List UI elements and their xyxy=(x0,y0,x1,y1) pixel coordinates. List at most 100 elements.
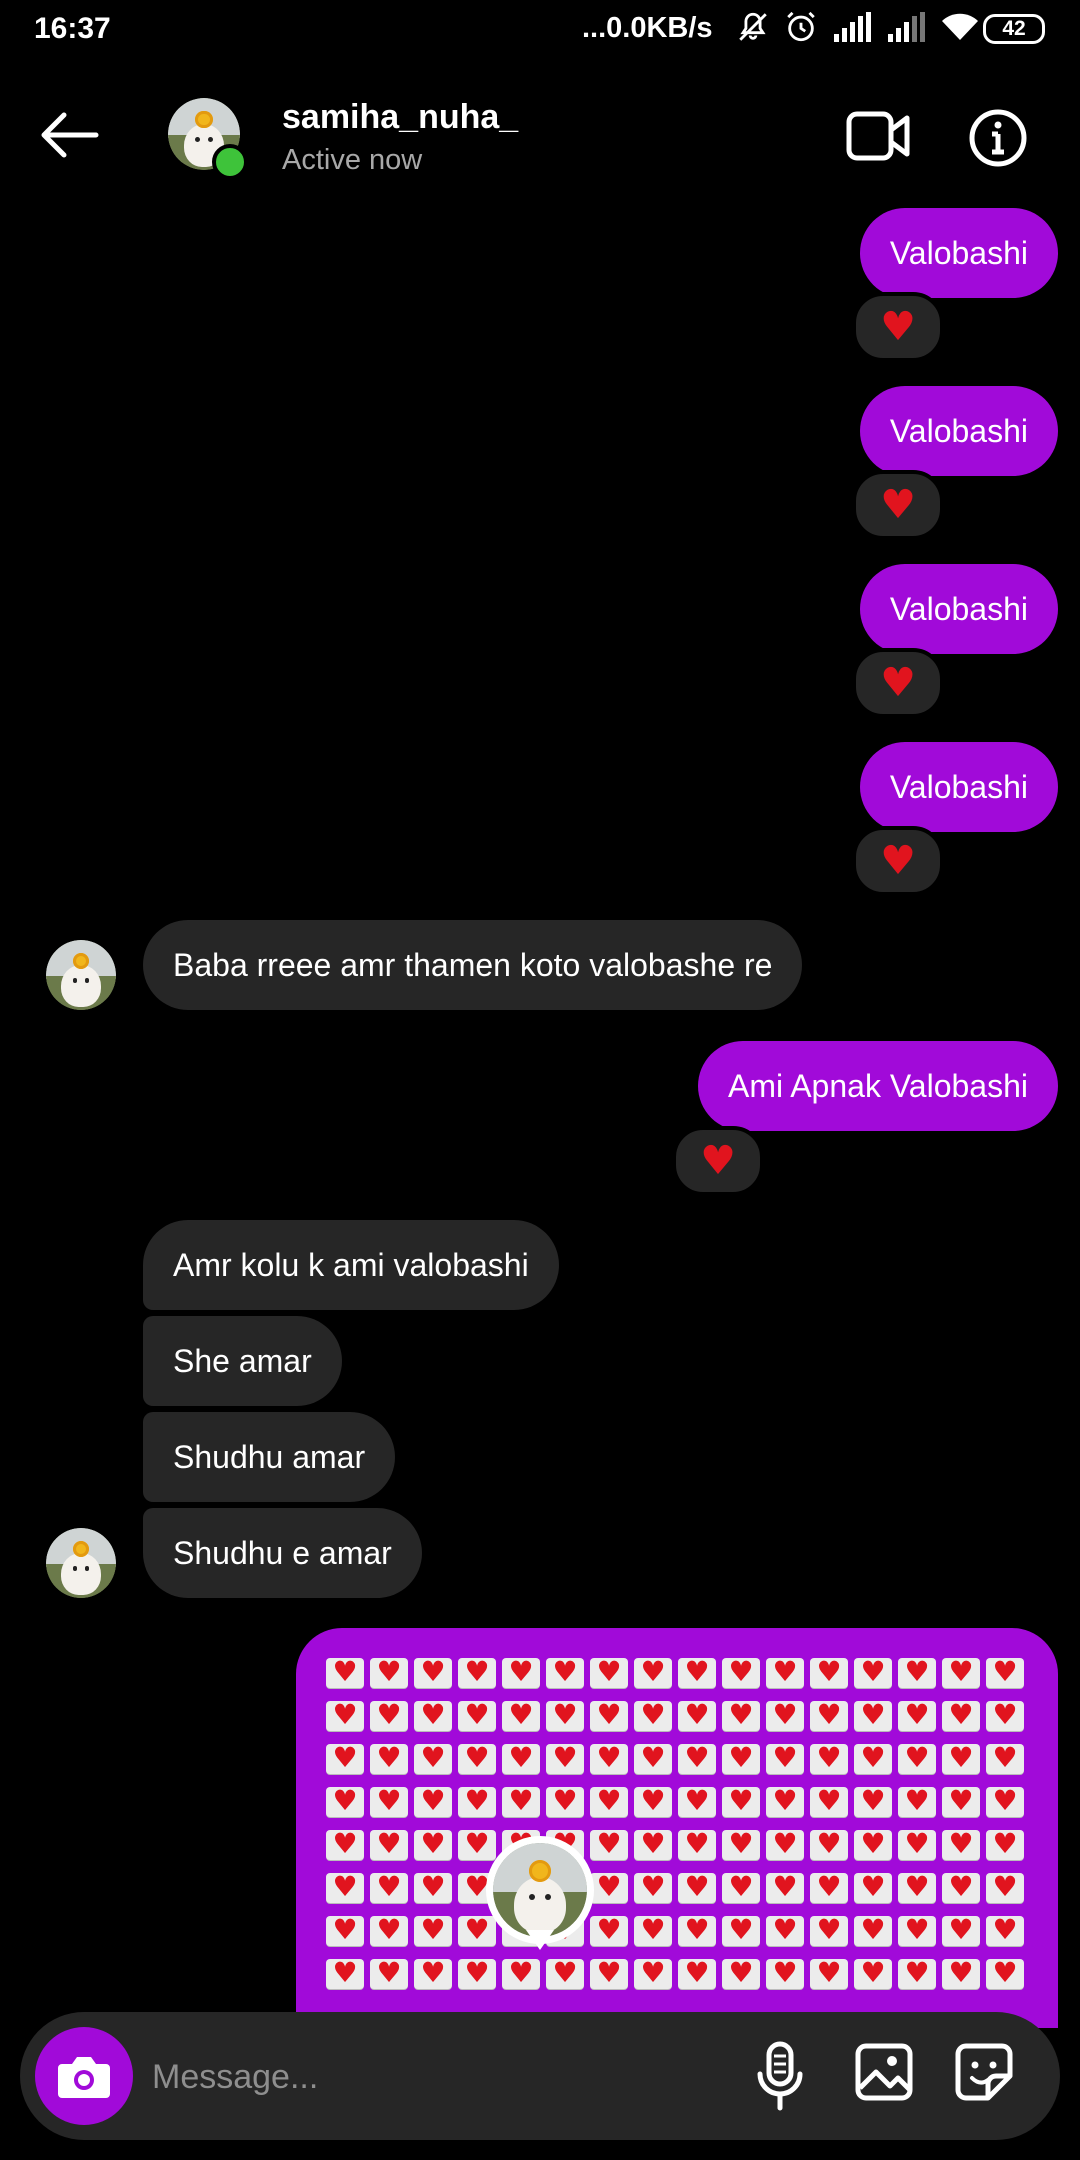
love-letter-icon xyxy=(810,1827,848,1861)
back-button[interactable] xyxy=(38,110,100,165)
love-letter-icon xyxy=(678,1913,716,1947)
love-letter-icon xyxy=(502,1698,540,1732)
love-letter-icon xyxy=(854,1784,892,1818)
message-input[interactable] xyxy=(150,2046,714,2108)
love-letter-icon xyxy=(942,1956,980,1990)
love-letter-icon xyxy=(546,1698,584,1732)
love-letter-icon xyxy=(854,1956,892,1990)
message-bubble-incoming[interactable]: Baba rreee amr thamen koto valobashe re xyxy=(143,920,803,1010)
sticker-button[interactable] xyxy=(954,2042,1014,2107)
love-letter-icon xyxy=(766,1956,804,1990)
camera-button[interactable] xyxy=(35,2027,133,2125)
love-letter-icon xyxy=(590,1827,628,1861)
online-indicator xyxy=(212,144,248,180)
love-letter-icon xyxy=(458,1827,496,1861)
love-letter-icon xyxy=(590,1870,628,1904)
love-letter-icon xyxy=(326,1870,364,1904)
love-letter-icon xyxy=(942,1827,980,1861)
love-letter-icon xyxy=(502,1741,540,1775)
love-letter-icon xyxy=(326,1913,364,1947)
love-letter-icon xyxy=(546,1741,584,1775)
love-letter-icon xyxy=(854,1913,892,1947)
love-letter-icon xyxy=(722,1870,760,1904)
love-letter-icon xyxy=(898,1784,936,1818)
love-letter-icon xyxy=(722,1784,760,1818)
network-speed: ...0.0KB/s xyxy=(582,12,713,44)
love-letter-icon xyxy=(590,1655,628,1689)
love-letter-icon xyxy=(634,1698,672,1732)
heart-icon: ♥ xyxy=(700,1138,736,1184)
love-letter-icon xyxy=(722,1698,760,1732)
love-letter-icon xyxy=(678,1827,716,1861)
mute-icon xyxy=(739,12,767,41)
seen-indicator-avatar xyxy=(486,1836,594,1950)
heart-icon: ♥ xyxy=(880,304,916,350)
message-bubble-incoming[interactable]: Shudhu e amar xyxy=(143,1508,422,1598)
heart-reaction[interactable]: ♥ xyxy=(852,470,944,540)
message-bubble-incoming[interactable]: She amar xyxy=(143,1316,342,1406)
love-letter-icon xyxy=(326,1741,364,1775)
love-letter-icon xyxy=(458,1655,496,1689)
sender-avatar[interactable] xyxy=(46,1528,116,1598)
wifi-icon xyxy=(942,13,978,40)
love-letter-icon xyxy=(810,1741,848,1775)
love-letter-icon xyxy=(590,1741,628,1775)
chat-header: samiha_nuha_ Active now xyxy=(0,62,1080,212)
image-icon xyxy=(855,2043,913,2101)
message-composer xyxy=(20,2012,1060,2140)
emoji-message-bubble[interactable] xyxy=(296,1628,1058,2028)
love-letter-emoji-grid xyxy=(326,1655,1024,1990)
love-letter-icon xyxy=(678,1741,716,1775)
love-letter-icon xyxy=(370,1784,408,1818)
arrow-left-icon xyxy=(41,112,99,158)
heart-reaction[interactable]: ♥ xyxy=(852,648,944,718)
love-letter-icon xyxy=(898,1698,936,1732)
love-letter-icon xyxy=(546,1655,584,1689)
love-letter-icon xyxy=(986,1913,1024,1947)
heart-reaction[interactable]: ♥ xyxy=(852,292,944,362)
love-letter-icon xyxy=(414,1698,452,1732)
love-letter-icon xyxy=(634,1827,672,1861)
contact-username[interactable]: samiha_nuha_ xyxy=(282,98,518,137)
video-call-button[interactable] xyxy=(846,108,910,169)
sender-avatar[interactable] xyxy=(46,940,116,1010)
heart-reaction[interactable]: ♥ xyxy=(852,826,944,896)
heart-reaction[interactable]: ♥ xyxy=(672,1126,764,1196)
love-letter-icon xyxy=(810,1956,848,1990)
love-letter-icon xyxy=(590,1913,628,1947)
love-letter-icon xyxy=(766,1784,804,1818)
love-letter-icon xyxy=(722,1956,760,1990)
battery-indicator: 42 xyxy=(983,14,1045,44)
video-camera-icon xyxy=(846,111,910,161)
love-letter-icon xyxy=(458,1956,496,1990)
love-letter-icon xyxy=(986,1741,1024,1775)
love-letter-icon xyxy=(898,1741,936,1775)
message-bubble-outgoing[interactable]: Valobashi xyxy=(859,386,1058,476)
message-bubble-incoming[interactable]: Shudhu amar xyxy=(143,1412,396,1502)
message-bubble-outgoing[interactable]: Valobashi xyxy=(859,564,1058,654)
microphone-button[interactable] xyxy=(756,2040,804,2117)
signal-icon xyxy=(834,12,871,42)
love-letter-icon xyxy=(458,1913,496,1947)
love-letter-icon xyxy=(458,1784,496,1818)
love-letter-icon xyxy=(766,1698,804,1732)
love-letter-icon xyxy=(986,1870,1024,1904)
love-letter-icon xyxy=(370,1870,408,1904)
love-letter-icon xyxy=(854,1827,892,1861)
status-bar: 16:37 ...0.0KB/s 42 xyxy=(0,0,1080,62)
love-letter-icon xyxy=(414,1870,452,1904)
love-letter-icon xyxy=(678,1698,716,1732)
message-bubble-outgoing[interactable]: Valobashi xyxy=(859,208,1058,298)
gallery-button[interactable] xyxy=(854,2042,914,2107)
love-letter-icon xyxy=(414,1913,452,1947)
info-button[interactable] xyxy=(968,108,1028,173)
love-letter-icon xyxy=(326,1956,364,1990)
message-bubble-outgoing[interactable]: Ami Apnak Valobashi xyxy=(697,1041,1058,1131)
love-letter-icon xyxy=(854,1655,892,1689)
love-letter-icon xyxy=(634,1741,672,1775)
love-letter-icon xyxy=(502,1784,540,1818)
love-letter-icon xyxy=(986,1655,1024,1689)
message-bubble-incoming[interactable]: Amr kolu k ami valobashi xyxy=(143,1220,559,1310)
love-letter-icon xyxy=(942,1741,980,1775)
message-bubble-outgoing[interactable]: Valobashi xyxy=(859,742,1058,832)
